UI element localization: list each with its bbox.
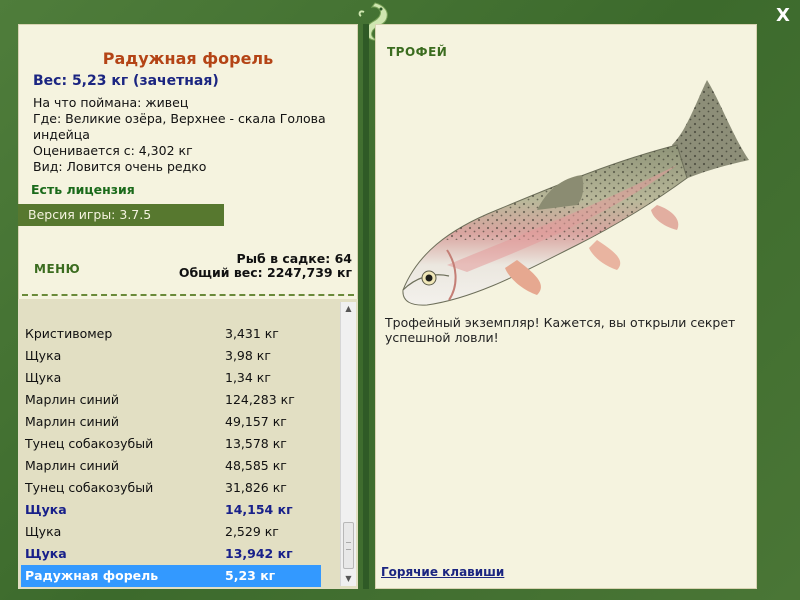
list-item-name: Марлин синий xyxy=(25,414,120,429)
scrollbar-thumb[interactable] xyxy=(343,522,354,569)
hotkeys-link[interactable]: Горячие клавиши xyxy=(381,565,504,579)
list-item-weight: 49,157 кг xyxy=(225,414,287,429)
menu-button[interactable]: МЕНЮ xyxy=(34,262,80,276)
fish-title: Радужная форель xyxy=(102,49,274,68)
list-item-weight: 31,826 кг xyxy=(225,480,287,495)
list-item-weight: 13,942 кг xyxy=(225,546,293,561)
list-item-weight: 13,578 кг xyxy=(225,436,287,451)
list-item[interactable]: Марлин синий 48,585 кг xyxy=(21,455,321,477)
rainbow-trout-image xyxy=(402,80,749,306)
list-item-name: Щука xyxy=(25,546,67,561)
list-item-name: Радужная форель xyxy=(25,568,159,583)
catch-details: На что поймана: живец Где: Великие озёра… xyxy=(33,95,351,175)
list-item[interactable]: Щука 13,942 кг xyxy=(21,543,321,565)
game-version: Версия игры: 3.7.5 xyxy=(18,204,224,226)
list-item-name: Щука xyxy=(25,370,62,385)
list-item-weight: 14,154 кг xyxy=(225,502,293,517)
list-item[interactable]: Щука 14,154 кг xyxy=(21,499,321,521)
scroll-down-icon[interactable]: ▼ xyxy=(341,572,356,586)
list-item-weight: 5,23 кг xyxy=(225,568,276,583)
location-info: Где: Великие озёра, Верхнее - скала Голо… xyxy=(33,111,326,142)
list-item-name: Тунец собакозубый xyxy=(25,480,154,495)
list-item[interactable]: Щука 2,529 кг xyxy=(21,521,321,543)
list-item[interactable]: Марлин синий 124,283 кг xyxy=(21,389,321,411)
list-item[interactable]: Радужная форель 5,23 кг xyxy=(21,565,321,587)
list-item-weight: 2,529 кг xyxy=(225,524,279,539)
list-item-name: Тунец собакозубый xyxy=(25,436,154,451)
trophy-panel: ТРОФЕЙ Трофейный экземпляр! Кажется, вы … xyxy=(375,24,757,589)
list-item-weight: 48,585 кг xyxy=(225,458,287,473)
list-item[interactable]: Щука 3,98 кг xyxy=(21,345,321,367)
cage-stats: Рыб в садке: 64 Общий вес: 2247,739 кг xyxy=(179,252,352,280)
fish-list[interactable]: Кристивомер 3,431 кг Щука 3,98 кг Щука 1,34 к… xyxy=(18,299,358,589)
list-item-weight: 3,431 кг xyxy=(225,326,279,341)
list-item-name: Щука xyxy=(25,502,67,517)
list-item-name: Кристивомер xyxy=(25,326,113,341)
kind-info: Вид: Ловится очень редко xyxy=(33,159,207,174)
license-status: Есть лицензия xyxy=(31,182,135,197)
dashed-divider xyxy=(22,294,354,296)
list-item-name: Щука xyxy=(25,524,62,539)
close-icon[interactable]: X xyxy=(772,5,794,27)
list-item-name: Щука xyxy=(25,348,62,363)
bait-info: На что поймана: живец xyxy=(33,95,189,110)
trophy-description: Трофейный экземпляр! Кажется, вы открыли… xyxy=(385,315,736,345)
list-item-weight: 3,98 кг xyxy=(225,348,271,363)
list-item-name: Марлин синий xyxy=(25,392,120,407)
list-item[interactable]: Тунец собакозубый 31,826 кг xyxy=(21,477,321,499)
list-item-name: Марлин синий xyxy=(25,458,120,473)
cage-total-weight: Общий вес: 2247,739 кг xyxy=(178,265,352,280)
catch-info-panel: Радужная форель Вес: 5,23 кг (зачетная) … xyxy=(18,24,358,589)
list-item[interactable]: Тунец собакозубый 13,578 кг xyxy=(21,433,321,455)
valued-from-info: Оценивается с: 4,302 кг xyxy=(33,143,193,158)
cage-count: Рыб в садке: 64 xyxy=(236,251,352,266)
list-item[interactable]: Марлин синий 49,157 кг xyxy=(21,411,321,433)
list-item[interactable]: Кристивомер 3,431 кг xyxy=(21,323,321,345)
list-item[interactable]: Щука 1,34 кг xyxy=(21,367,321,389)
panel-divider xyxy=(363,24,369,589)
fish-list-scrollbar[interactable]: ▲ ▼ xyxy=(340,302,356,586)
list-item-weight: 124,283 кг xyxy=(225,392,295,407)
list-item-weight: 1,34 кг xyxy=(225,370,271,385)
fish-weight: Вес: 5,23 кг (зачетная) xyxy=(33,73,219,89)
scroll-up-icon[interactable]: ▲ xyxy=(341,302,356,316)
